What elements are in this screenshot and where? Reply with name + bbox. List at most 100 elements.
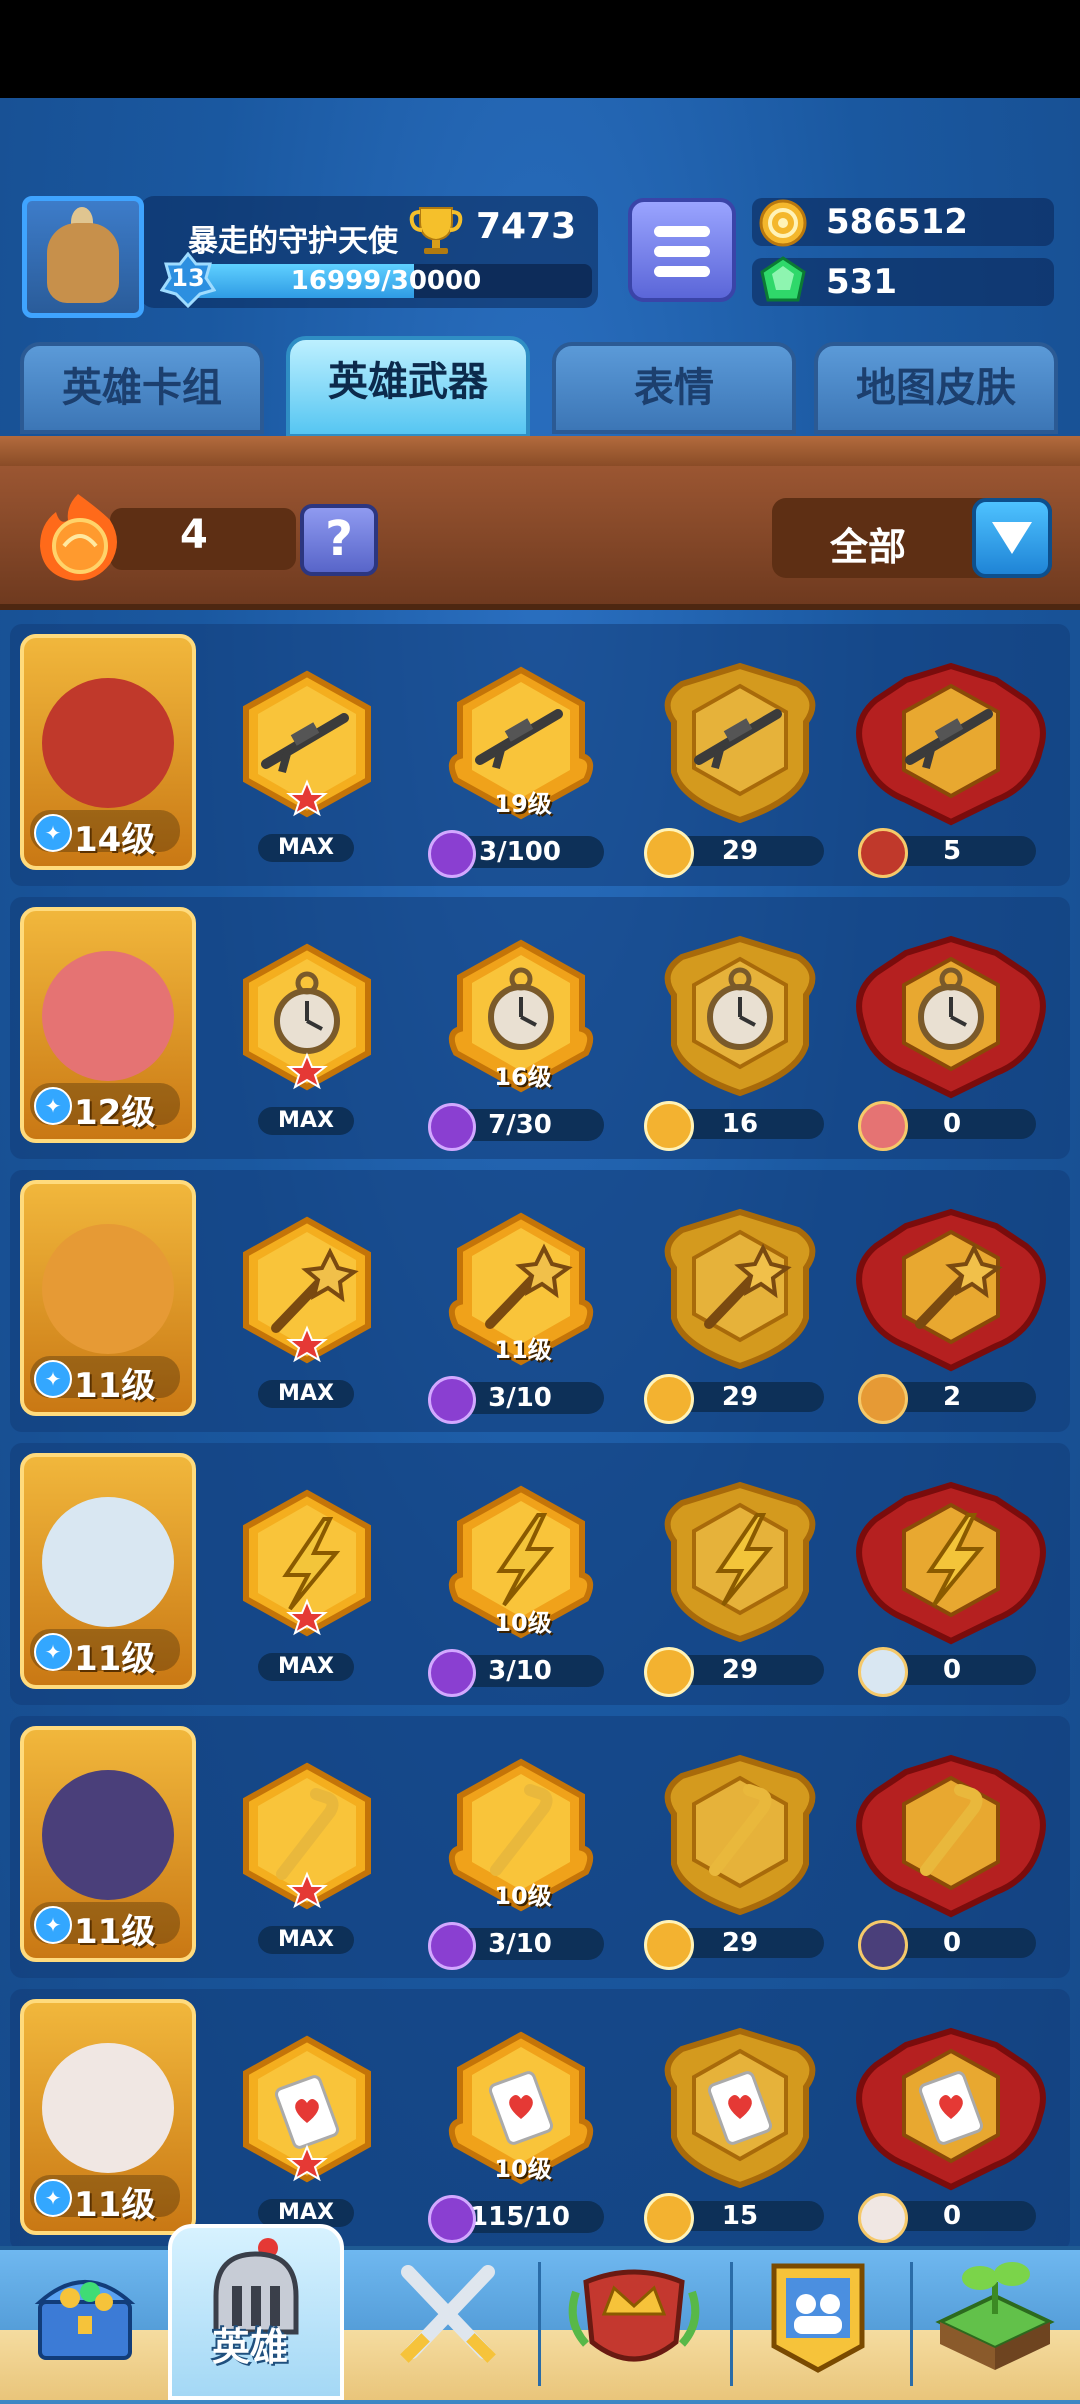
- tab-hero-weapons[interactable]: 英雄武器: [286, 336, 530, 438]
- hero-class-icon: ✦: [34, 1087, 72, 1125]
- lightning-icon: [856, 1481, 1046, 1645]
- max-label: MAX: [258, 1380, 354, 1408]
- gem-icon: [760, 256, 806, 302]
- hero-level: 11级: [74, 1639, 156, 1679]
- coin-count: 586512: [826, 202, 968, 242]
- tab-emotes[interactable]: 表情: [552, 342, 796, 434]
- weapon-tier-max[interactable]: [232, 1483, 382, 1653]
- island-sprout-icon: [935, 2262, 1055, 2370]
- menu-button[interactable]: [628, 198, 736, 302]
- hero-class-icon: ✦: [34, 814, 72, 852]
- player-name: 暴走的守护天使: [188, 224, 398, 259]
- hero-shard-icon: [858, 1920, 908, 1970]
- weapon-tier-4[interactable]: [846, 1752, 1056, 1922]
- fire-count: 4: [180, 512, 208, 558]
- player-avatar[interactable]: [22, 196, 144, 318]
- weapon-tier-3[interactable]: [648, 933, 832, 1103]
- rifle-icon: [664, 662, 816, 824]
- nav-island[interactable]: [910, 2252, 1080, 2400]
- help-button[interactable]: ?: [300, 504, 378, 576]
- weapon-tier-3[interactable]: [648, 1752, 832, 1922]
- crowbar-icon: [243, 1762, 371, 1910]
- purple-shard-icon: [428, 1922, 476, 1970]
- nav-battle[interactable]: [360, 2252, 536, 2400]
- hero-shard-icon: [858, 1101, 908, 1151]
- treasure-chest-icon: [34, 2280, 136, 2360]
- hero-portrait: [42, 951, 174, 1081]
- crowbar-icon: [664, 1754, 816, 1916]
- nav-divider: [538, 2262, 541, 2386]
- hero-shard-icon: [858, 1374, 908, 1424]
- weapon-tier-4[interactable]: [846, 2025, 1056, 2195]
- gold-shard-icon: [644, 1920, 694, 1970]
- hero-portrait: [42, 1770, 174, 1900]
- weapon-level: 16级: [494, 1063, 552, 1091]
- weapon-level: 10级: [494, 1882, 552, 1910]
- weapon-tier-max[interactable]: [232, 664, 382, 834]
- weapon-level: 10级: [494, 2155, 552, 2183]
- gold-shard-icon: [644, 828, 694, 878]
- pocket-watch-icon: [856, 935, 1046, 1099]
- lightning-icon: [243, 1489, 371, 1637]
- purple-shard-icon: [428, 830, 476, 878]
- weapon-level: 19级: [494, 790, 552, 818]
- mace-icon: [856, 1208, 1046, 1372]
- weapon-tier-3[interactable]: [648, 1206, 832, 1376]
- gold-shard-icon: [644, 1101, 694, 1151]
- nav-shop[interactable]: [10, 2252, 186, 2400]
- purple-shard-icon: [428, 1649, 476, 1697]
- hero-portrait: [42, 678, 174, 808]
- weapon-tier-4[interactable]: [846, 933, 1056, 1103]
- rifle-icon: [856, 662, 1046, 826]
- hero-portrait: [42, 1497, 174, 1627]
- weapon-tier-3[interactable]: [648, 1479, 832, 1649]
- tab-map-skins[interactable]: 地图皮肤: [814, 342, 1058, 434]
- hero-level: 14级: [74, 820, 156, 860]
- hero-class-icon: ✦: [34, 1633, 72, 1671]
- weapon-tier-4[interactable]: [846, 1206, 1056, 1376]
- weapon-tier-max[interactable]: [232, 937, 382, 1107]
- trophy-icon: [409, 207, 463, 254]
- wood-trim: [0, 436, 1080, 466]
- trophy-count: 7473: [476, 206, 577, 247]
- weapon-tier-4[interactable]: [846, 1479, 1056, 1649]
- hero-shard-icon: [858, 828, 908, 878]
- weapon-tier-max[interactable]: [232, 2029, 382, 2199]
- heart-card-icon: [856, 2027, 1046, 2191]
- filter-dropdown-button[interactable]: [972, 498, 1052, 578]
- gold-shard-icon: [644, 2193, 694, 2243]
- purple-shard-icon: [428, 1103, 476, 1151]
- hero-shard-icon: [858, 2193, 908, 2243]
- crowbar-icon: [856, 1754, 1046, 1918]
- crown-shield-icon: [568, 2269, 700, 2362]
- gem-count: 531: [826, 262, 897, 302]
- filter-label: 全部: [830, 525, 907, 569]
- pocket-watch-icon: [664, 935, 816, 1097]
- weapon-level: 10级: [494, 1609, 552, 1637]
- pocket-watch-icon: [243, 943, 371, 1091]
- nav-rank[interactable]: [546, 2252, 722, 2400]
- team-banner-icon: [771, 2263, 865, 2373]
- hero-level: 11级: [74, 2185, 156, 2225]
- nav-heroes-label: 英雄: [212, 2325, 289, 2369]
- max-label: MAX: [258, 2199, 354, 2227]
- avatar-face: [47, 223, 119, 303]
- tab-hero-deck[interactable]: 英雄卡组: [20, 342, 264, 434]
- hero-level: 12级: [74, 1093, 156, 1133]
- weapon-tier-3[interactable]: [648, 2025, 832, 2195]
- nav-heroes[interactable]: [168, 2224, 344, 2400]
- max-label: MAX: [258, 1107, 354, 1135]
- weapon-level: 11级: [494, 1336, 552, 1364]
- weapon-tier-max[interactable]: [232, 1210, 382, 1380]
- weapon-tier-max[interactable]: [232, 1756, 382, 1926]
- coin-icon: [759, 199, 807, 247]
- mace-icon: [243, 1216, 371, 1364]
- rifle-icon: [243, 670, 371, 818]
- gold-shard-icon: [644, 1374, 694, 1424]
- weapon-tier-3[interactable]: [648, 660, 832, 830]
- nav-team[interactable]: [730, 2252, 906, 2400]
- lightning-icon: [664, 1481, 816, 1643]
- mace-icon: [664, 1208, 816, 1370]
- weapon-tier-4[interactable]: [846, 660, 1056, 830]
- max-label: MAX: [258, 1653, 354, 1681]
